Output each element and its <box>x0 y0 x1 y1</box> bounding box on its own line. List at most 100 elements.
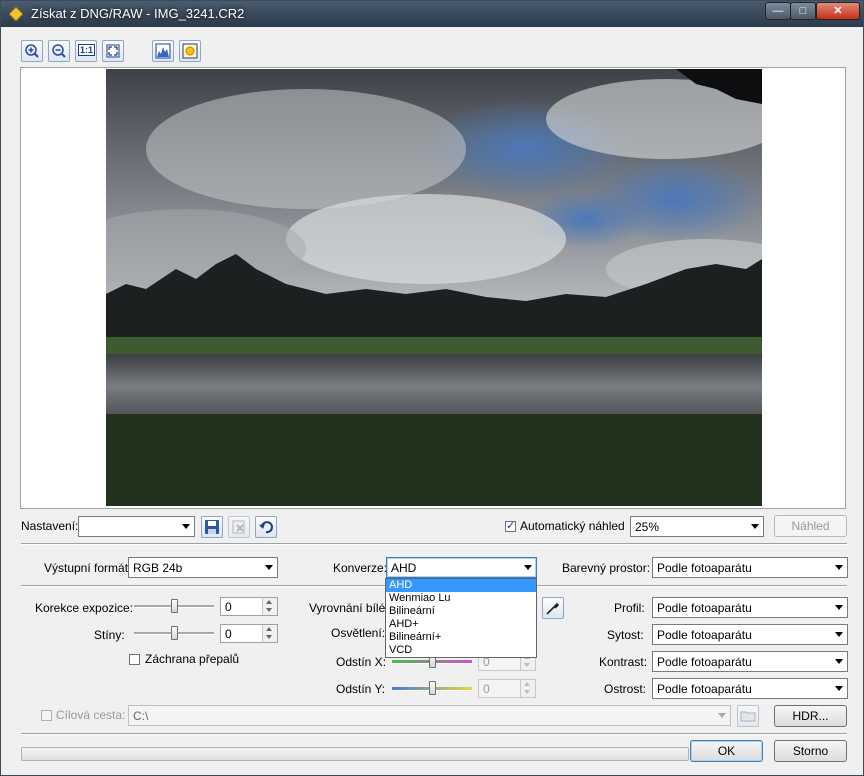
output-format-label: Výstupní formát: <box>44 561 132 575</box>
saturation-label: Sytost: <box>607 628 644 642</box>
cancel-button[interactable]: Storno <box>774 740 847 762</box>
app-icon <box>9 7 23 21</box>
zoom-value: 25% <box>635 520 660 534</box>
contrast-value: Podle fotoaparátu <box>657 655 752 669</box>
delete-icon <box>232 520 245 534</box>
tint-y-spinbox[interactable]: 0 <box>478 679 536 698</box>
auto-preview-checkbox[interactable] <box>505 519 516 532</box>
preview-image <box>106 69 762 506</box>
target-path-input[interactable]: C:\ <box>128 705 731 726</box>
conversion-select[interactable]: AHD <box>386 557 537 578</box>
tint-y-label: Odstín Y: <box>336 682 386 696</box>
zoom-out-button[interactable] <box>48 40 70 62</box>
shadows-label: Stíny: <box>94 628 125 642</box>
slider-thumb[interactable] <box>171 626 178 640</box>
auto-preview-label: Automatický náhled <box>520 519 625 533</box>
title-bar[interactable]: Získat z DNG/RAW - IMG_3241.CR2 — □ ✕ <box>1 1 863 27</box>
white-balance-label: Vyrovnání bílé: <box>309 601 389 615</box>
sharpness-select[interactable]: Podle fotoaparátu <box>652 678 848 699</box>
zoom-in-icon <box>25 44 39 58</box>
divider <box>21 733 847 735</box>
chevron-down-icon <box>182 524 190 529</box>
lighting-label: Osvětlení: <box>331 626 386 640</box>
exposure-label: Korekce expozice: <box>35 601 134 615</box>
sharpness-value: Podle fotoaparátu <box>657 682 752 696</box>
target-path-checkbox[interactable] <box>41 710 52 721</box>
saturation-value: Podle fotoaparátu <box>657 628 752 642</box>
chevron-down-icon <box>751 524 759 529</box>
preset-select[interactable] <box>78 516 195 537</box>
spin-buttons[interactable] <box>520 680 535 697</box>
zoom-select[interactable]: 25% <box>630 516 764 537</box>
dialog-body: 1:1 Nastavení: ✓ Automatický náhled 25% … <box>8 27 857 769</box>
save-icon <box>205 520 219 534</box>
raw-import-dialog: Získat z DNG/RAW - IMG_3241.CR2 — □ ✕ 1:… <box>0 0 864 776</box>
target-path-value: C:\ <box>133 709 149 723</box>
profile-select[interactable]: Podle fotoaparátu <box>652 597 848 618</box>
folder-icon <box>740 711 756 722</box>
undo-icon <box>259 521 273 534</box>
slider-thumb[interactable] <box>171 599 178 613</box>
reset-button[interactable] <box>255 516 277 538</box>
conversion-dropdown-list: AHD Wenmiao Lu Bilineární AHD+ Bilineární+ VC… <box>385 578 537 658</box>
eyedropper-icon <box>546 602 560 615</box>
shadows-spinbox[interactable]: 0 <box>220 624 278 643</box>
output-format-select[interactable]: RGB 24b <box>128 557 278 578</box>
exposure-value: 0 <box>225 600 232 614</box>
close-button[interactable]: ✕ <box>816 2 860 20</box>
colorspace-label: Barevný prostor: <box>562 561 651 575</box>
conversion-option[interactable]: VCD <box>386 644 536 657</box>
zoom-in-button[interactable] <box>21 40 43 62</box>
chevron-down-icon <box>835 659 843 664</box>
saturation-select[interactable]: Podle fotoaparátu <box>652 624 848 645</box>
tint-x-label: Odstín X: <box>336 655 387 669</box>
slider-thumb[interactable] <box>429 681 436 695</box>
shadows-value: 0 <box>225 627 232 641</box>
fit-to-window-button[interactable] <box>102 40 124 62</box>
spin-buttons[interactable] <box>262 598 277 615</box>
tint-y-slider[interactable] <box>392 680 472 696</box>
target-path-label: Cílová cesta: <box>56 708 126 722</box>
conversion-option[interactable]: Wenmiao Lu <box>386 592 536 605</box>
ok-button[interactable]: OK <box>690 740 763 762</box>
histogram-icon <box>155 43 171 59</box>
divider <box>21 543 847 545</box>
hdr-button[interactable]: HDR... <box>774 705 847 727</box>
exposure-slider[interactable] <box>134 598 214 614</box>
colorspace-value: Podle fotoaparátu <box>657 561 752 575</box>
contrast-select[interactable]: Podle fotoaparátu <box>652 651 848 672</box>
histogram-button[interactable] <box>152 40 174 62</box>
contrast-label: Kontrast: <box>599 655 648 669</box>
actual-size-icon: 1:1 <box>78 44 96 56</box>
exposure-button[interactable] <box>179 40 201 62</box>
maximize-button[interactable]: □ <box>790 2 816 20</box>
exposure-spinbox[interactable]: 0 <box>220 597 278 616</box>
profile-label: Profil: <box>614 601 645 615</box>
minimize-button[interactable]: — <box>765 2 791 20</box>
chevron-down-icon <box>835 565 843 570</box>
chevron-down-icon <box>265 565 273 570</box>
conversion-label: Konverze: <box>333 561 388 575</box>
sharpness-label: Ostrost: <box>604 682 647 696</box>
chevron-down-icon <box>718 713 726 718</box>
chevron-down-icon <box>835 686 843 691</box>
tint-y-value: 0 <box>483 682 490 696</box>
conversion-option[interactable]: AHD+ <box>386 618 536 631</box>
highlight-recovery-checkbox[interactable] <box>129 654 140 665</box>
actual-size-button[interactable]: 1:1 <box>75 40 97 62</box>
spin-buttons[interactable] <box>262 625 277 642</box>
preset-label: Nastavení: <box>21 519 79 533</box>
colorspace-select[interactable]: Podle fotoaparátu <box>652 557 848 578</box>
shadows-slider[interactable] <box>134 625 214 641</box>
chevron-down-icon <box>835 605 843 610</box>
save-preset-button[interactable] <box>201 516 223 538</box>
delete-preset-button[interactable] <box>228 516 250 538</box>
conversion-option[interactable]: Bilineární <box>386 605 536 618</box>
exposure-icon <box>182 43 198 59</box>
browse-folder-button[interactable] <box>737 705 759 727</box>
preview-button[interactable]: Náhled <box>774 515 847 537</box>
conversion-option[interactable]: Bilineární+ <box>386 631 536 644</box>
conversion-option[interactable]: AHD <box>386 579 536 592</box>
eyedropper-button[interactable] <box>542 597 564 619</box>
progress-bar <box>21 747 689 761</box>
